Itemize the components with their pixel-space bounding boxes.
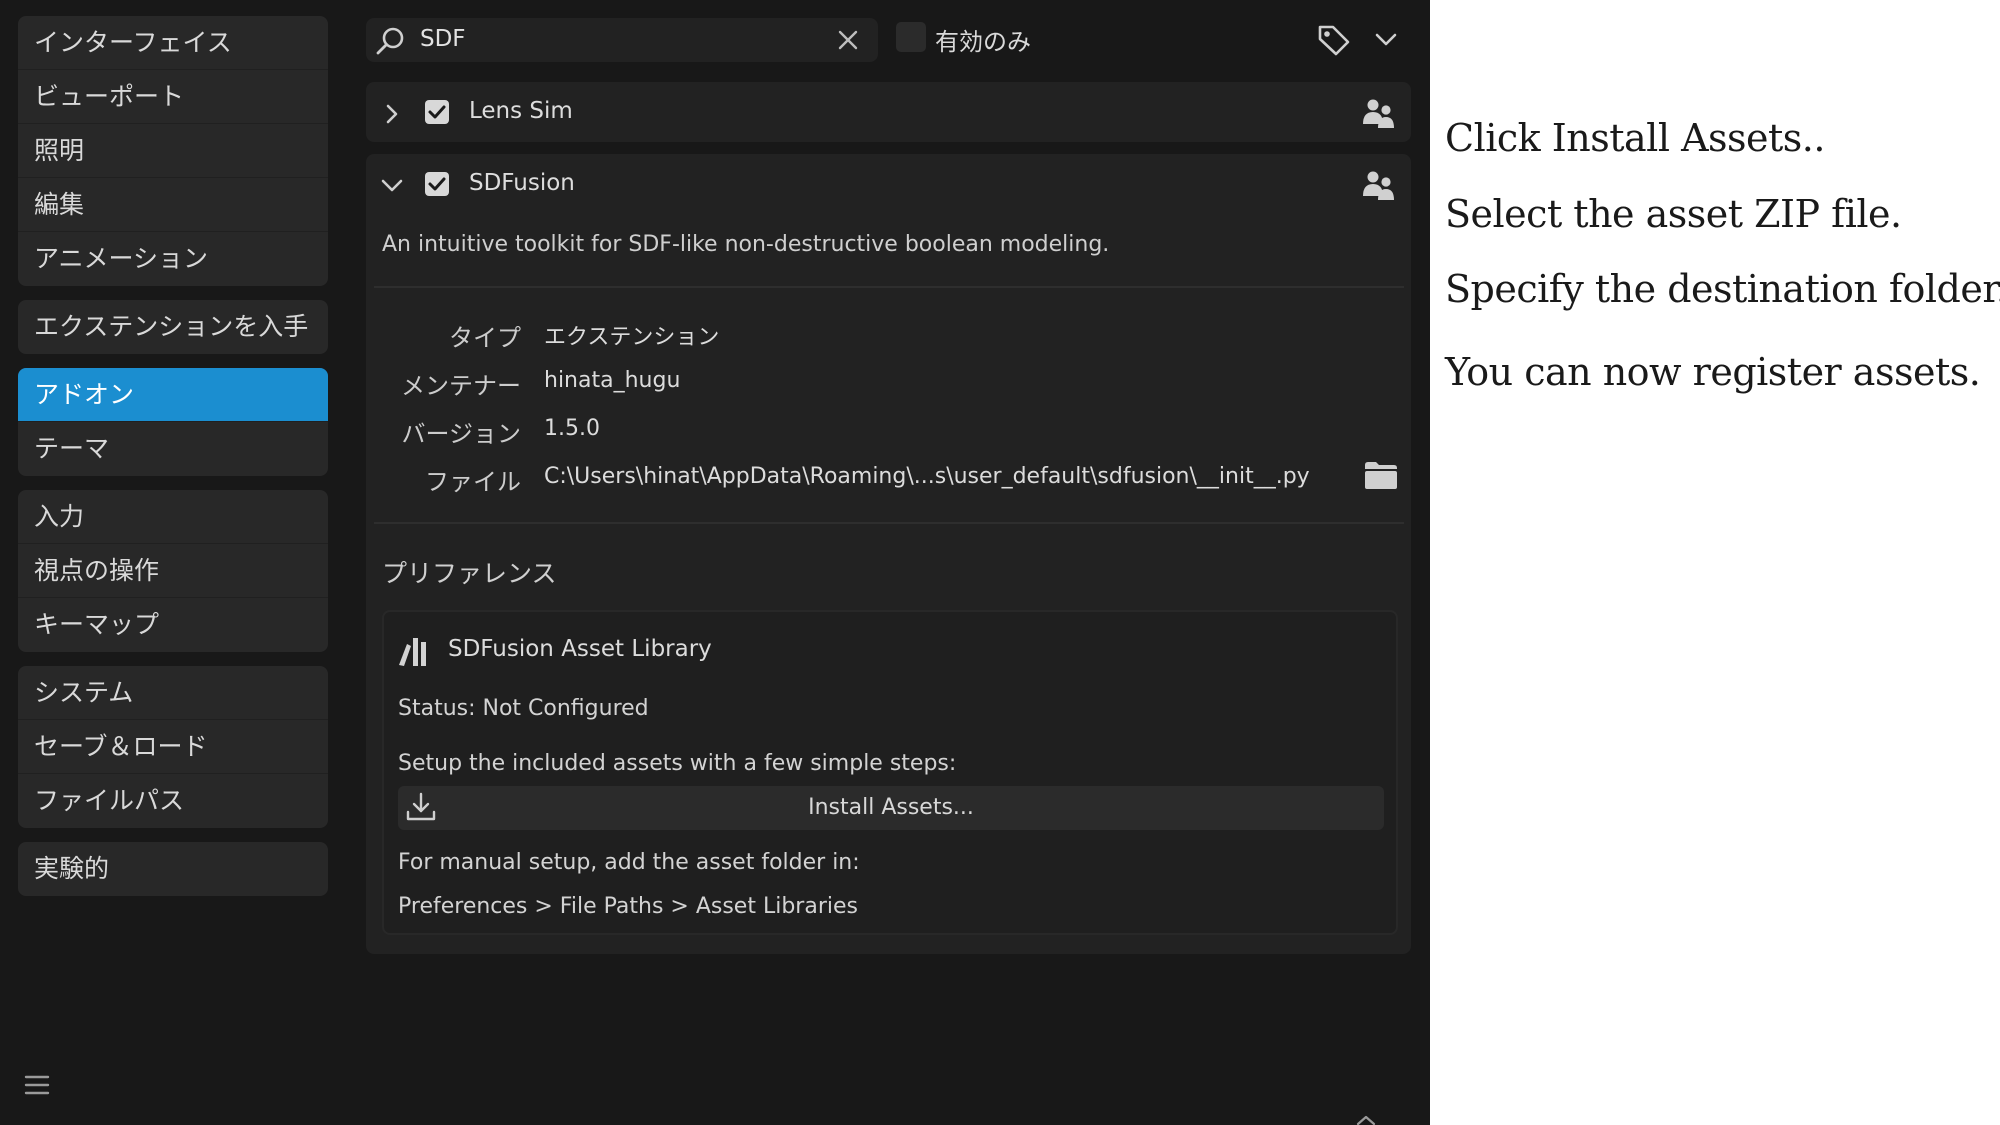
chevron-right-icon[interactable] (382, 104, 402, 128)
info-label-version: バージョン (401, 420, 521, 448)
chevron-down-icon[interactable] (1372, 26, 1400, 58)
instructions-panel: Click Install Assets.. Select the asset … (1445, 0, 2000, 1125)
instruction-step-1: Click Install Assets.. (1445, 116, 1825, 160)
asset-library-box: SDFusion Asset Library Status: Not Confi… (382, 610, 1398, 935)
library-title: SDFusion Asset Library (448, 636, 712, 662)
info-label-maintainer: メンテナー (401, 372, 521, 400)
install-assets-button[interactable]: Install Assets... (398, 786, 1384, 830)
hamburger-icon[interactable] (22, 1070, 52, 1100)
sidebar-item-navigation[interactable]: 視点の操作 (18, 544, 328, 598)
search-input[interactable]: SDF (420, 26, 466, 52)
divider (374, 522, 1404, 524)
addon-name[interactable]: SDFusion (469, 170, 575, 196)
preferences-title: プリファレンス (382, 559, 557, 588)
info-value-maintainer: hinata_hugu (544, 368, 681, 393)
info-label-file: ファイル (425, 468, 521, 496)
nav-group-addons: アドオン テーマ (18, 368, 328, 476)
setup-text: Setup the included assets with a few sim… (398, 751, 957, 776)
instruction-step-3: Specify the destination folder. (1445, 267, 2000, 311)
sidebar-item-file-paths[interactable]: ファイルパス (18, 774, 328, 828)
only-enabled-checkbox[interactable] (896, 22, 926, 52)
instruction-step-4: You can now register assets. (1445, 350, 1981, 394)
addon-enabled-checkbox[interactable] (425, 172, 449, 196)
sidebar-item-editing[interactable]: 編集 (18, 178, 328, 232)
sidebar-item-animation[interactable]: アニメーション (18, 232, 328, 286)
manual-setup-text: For manual setup, add the asset folder i… (398, 850, 860, 875)
nav-group-extensions: エクステンションを入手 (18, 300, 328, 354)
sidebar-item-experimental[interactable]: 実験的 (18, 842, 328, 896)
sidebar-item-keymap[interactable]: キーマップ (18, 598, 328, 652)
info-value-file: C:\Users\hinat\AppData\Roaming\...s\user… (544, 464, 1310, 489)
status-text: Status: Not Configured (398, 696, 649, 721)
sidebar: インターフェイス ビューポート 照明 編集 アニメーション エクステンションを入… (18, 16, 328, 910)
sidebar-item-get-extensions[interactable]: エクステンションを入手 (18, 300, 328, 354)
info-value-version: 1.5.0 (544, 416, 600, 441)
manual-setup-path: Preferences > File Paths > Asset Librari… (398, 894, 858, 919)
preferences-window: インターフェイス ビューポート 照明 編集 アニメーション エクステンションを入… (0, 0, 1430, 1125)
sidebar-item-lights[interactable]: 照明 (18, 124, 328, 178)
sidebar-item-input[interactable]: 入力 (18, 490, 328, 544)
sidebar-item-addons[interactable]: アドオン (18, 368, 328, 422)
instruction-step-2: Select the asset ZIP file. (1445, 192, 1902, 236)
info-label-type: タイプ (449, 324, 521, 352)
sidebar-item-themes[interactable]: テーマ (18, 422, 328, 476)
install-assets-label: Install Assets... (808, 795, 974, 820)
nav-group-experimental: 実験的 (18, 842, 328, 896)
folder-icon[interactable] (1364, 458, 1398, 496)
chevron-up-icon[interactable] (1354, 1112, 1378, 1125)
search-field[interactable]: SDF (366, 18, 878, 62)
sidebar-item-save-load[interactable]: セーブ＆ロード (18, 720, 328, 774)
info-value-type: エクステンション (544, 325, 720, 350)
addon-panel-sdfusion: SDFusion An intuitive toolkit for SDF-li… (366, 154, 1411, 954)
users-icon (1362, 168, 1396, 206)
nav-group-system: システム セーブ＆ロード ファイルパス (18, 666, 328, 828)
search-icon (374, 24, 408, 62)
addon-description: An intuitive toolkit for SDF-like non-de… (382, 232, 1110, 257)
close-icon[interactable] (836, 28, 860, 56)
addon-row-lens-sim: Lens Sim (366, 82, 1411, 142)
nav-group-display: インターフェイス ビューポート 照明 編集 アニメーション (18, 16, 328, 286)
sidebar-item-interface[interactable]: インターフェイス (18, 16, 328, 70)
sidebar-item-system[interactable]: システム (18, 666, 328, 720)
only-enabled-label[interactable]: 有効のみ (935, 22, 1031, 57)
addon-name[interactable]: Lens Sim (469, 98, 573, 124)
tag-icon[interactable] (1316, 22, 1352, 62)
sidebar-item-viewport[interactable]: ビューポート (18, 70, 328, 124)
divider (374, 286, 1404, 288)
users-icon (1362, 96, 1396, 134)
addon-enabled-checkbox[interactable] (425, 100, 449, 124)
chevron-down-icon[interactable] (380, 174, 404, 202)
library-icon (398, 632, 432, 672)
nav-group-input: 入力 視点の操作 キーマップ (18, 490, 328, 652)
